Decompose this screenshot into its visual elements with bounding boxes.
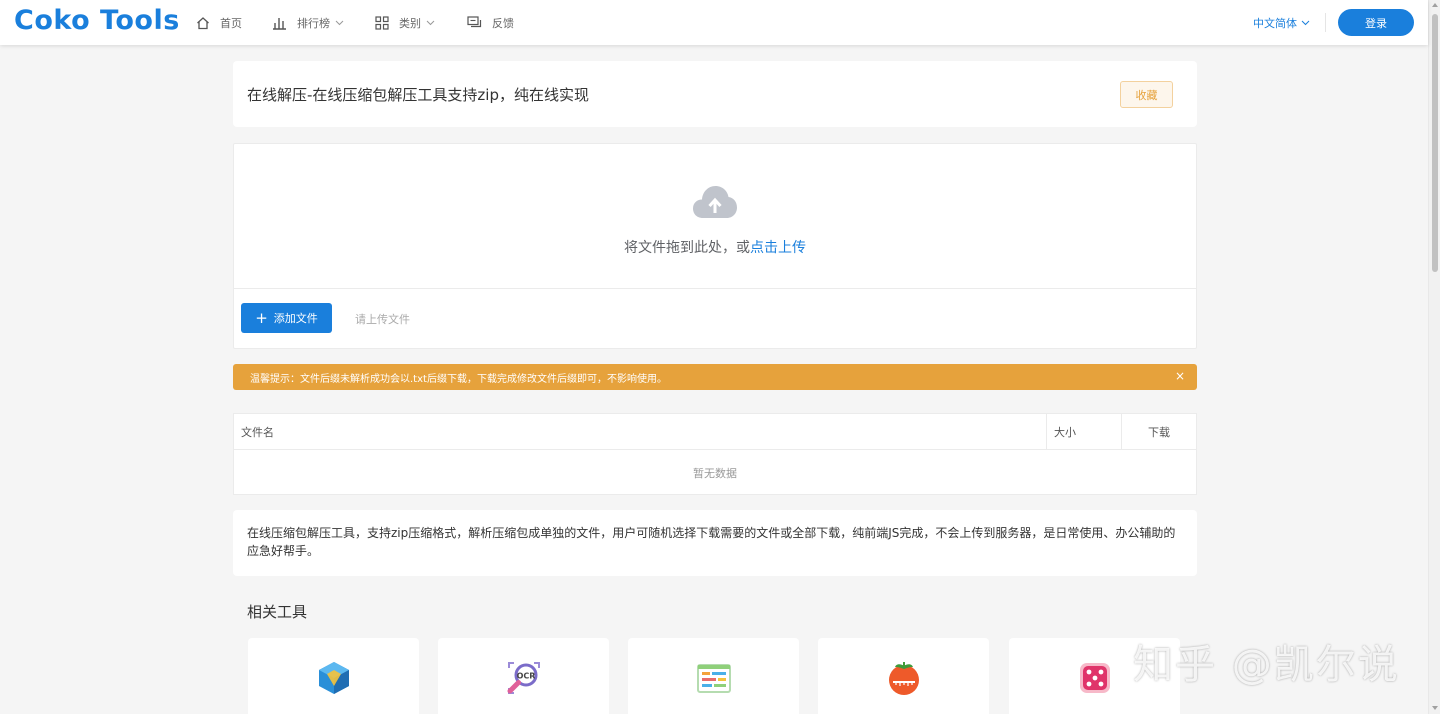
related-tool-card[interactable]: [628, 638, 799, 714]
column-header-filename: 文件名: [241, 426, 274, 439]
description-card: 在线压缩包解压工具，支持zip压缩格式，解析压缩包成单独的文件，用户可随机选择下…: [233, 510, 1197, 576]
chevron-down-icon: [1301, 20, 1310, 25]
dice-icon: [1080, 663, 1110, 693]
bar-chart-icon: [273, 17, 286, 30]
scroll-thumb[interactable]: [1432, 14, 1438, 272]
svg-text:OCR: OCR: [517, 672, 536, 681]
click-upload-link[interactable]: 点击上传: [750, 240, 806, 256]
column-header-size: 大小: [1046, 414, 1122, 450]
alert-text: 温馨提示：文件后缀未解析成功会以.txt后缀下载，下载完成修改文件后缀即可，不影…: [250, 374, 667, 385]
tomato-timer-icon: [889, 662, 919, 695]
favorite-button[interactable]: 收藏: [1120, 81, 1173, 108]
header-divider: [1325, 13, 1326, 32]
page-scrollbar[interactable]: [1428, 0, 1440, 714]
cube-icon: [319, 662, 349, 694]
file-drop-zone[interactable]: 将文件拖到此处，或点击上传: [234, 144, 1196, 289]
home-icon: [197, 16, 209, 29]
logo[interactable]: Coko Tools: [14, 5, 180, 36]
upload-card: 将文件拖到此处，或点击上传 + 添加文件 请上传文件: [233, 143, 1197, 349]
chart-board-icon: [697, 664, 731, 693]
chevron-down-icon: [426, 20, 435, 25]
grid-icon: [375, 15, 389, 30]
nav-feedback-label: 反馈: [492, 16, 514, 30]
close-icon[interactable]: ×: [1175, 369, 1185, 383]
related-tool-card[interactable]: [818, 638, 989, 714]
related-tool-card[interactable]: [248, 638, 419, 714]
ocr-magnifier-icon: OCR: [507, 662, 540, 694]
table-empty-text: 暂无数据: [693, 467, 737, 480]
title-card: 在线解压-在线压缩包解压工具支持zip，纯在线实现 收藏: [233, 61, 1197, 127]
nav-category[interactable]: 类别: [375, 0, 435, 45]
top-header: Coko Tools 首页 排行榜 类别 反馈 中文简体 登录: [0, 0, 1428, 45]
warning-alert: 温馨提示：文件后缀未解析成功会以.txt后缀下载，下载完成修改文件后缀即可，不影…: [233, 364, 1197, 390]
nav-category-label: 类别: [399, 16, 421, 30]
table-header: 文件名 大小 下载: [234, 414, 1196, 450]
drop-instructions: 将文件拖到此处，或点击上传: [234, 237, 1196, 257]
tool-description: 在线压缩包解压工具，支持zip压缩格式，解析压缩包成单独的文件，用户可随机选择下…: [247, 526, 1176, 558]
drop-text: 将文件拖到此处，或: [624, 240, 750, 256]
plus-icon: +: [255, 308, 268, 327]
nav-home[interactable]: 首页: [196, 0, 242, 45]
watermark: 知乎 @凯尔说: [1133, 642, 1400, 688]
chat-icon: [467, 15, 482, 27]
login-button[interactable]: 登录: [1338, 9, 1414, 36]
language-label: 中文简体: [1253, 16, 1297, 30]
cloud-upload-icon: [693, 186, 737, 218]
page-title: 在线解压-在线压缩包解压工具支持zip，纯在线实现: [247, 86, 589, 104]
nav-home-label: 首页: [220, 16, 242, 30]
related-tool-card[interactable]: OCR: [438, 638, 609, 714]
nav-feedback[interactable]: 反馈: [467, 0, 514, 45]
chevron-down-icon: [335, 20, 344, 25]
add-file-label: 添加文件: [273, 312, 318, 325]
language-select[interactable]: 中文简体: [1253, 0, 1310, 45]
file-table: 文件名 大小 下载 暂无数据: [233, 413, 1197, 495]
scroll-up-icon[interactable]: [1432, 3, 1438, 7]
upload-hint: 请上传文件: [355, 313, 410, 326]
related-tools-title: 相关工具: [247, 603, 308, 621]
nav-ranking-label: 排行榜: [297, 16, 330, 30]
scroll-down-icon[interactable]: [1432, 706, 1438, 710]
nav-ranking[interactable]: 排行榜: [272, 0, 344, 45]
column-header-download: 下载: [1121, 414, 1196, 450]
add-file-button[interactable]: + 添加文件: [241, 303, 332, 333]
